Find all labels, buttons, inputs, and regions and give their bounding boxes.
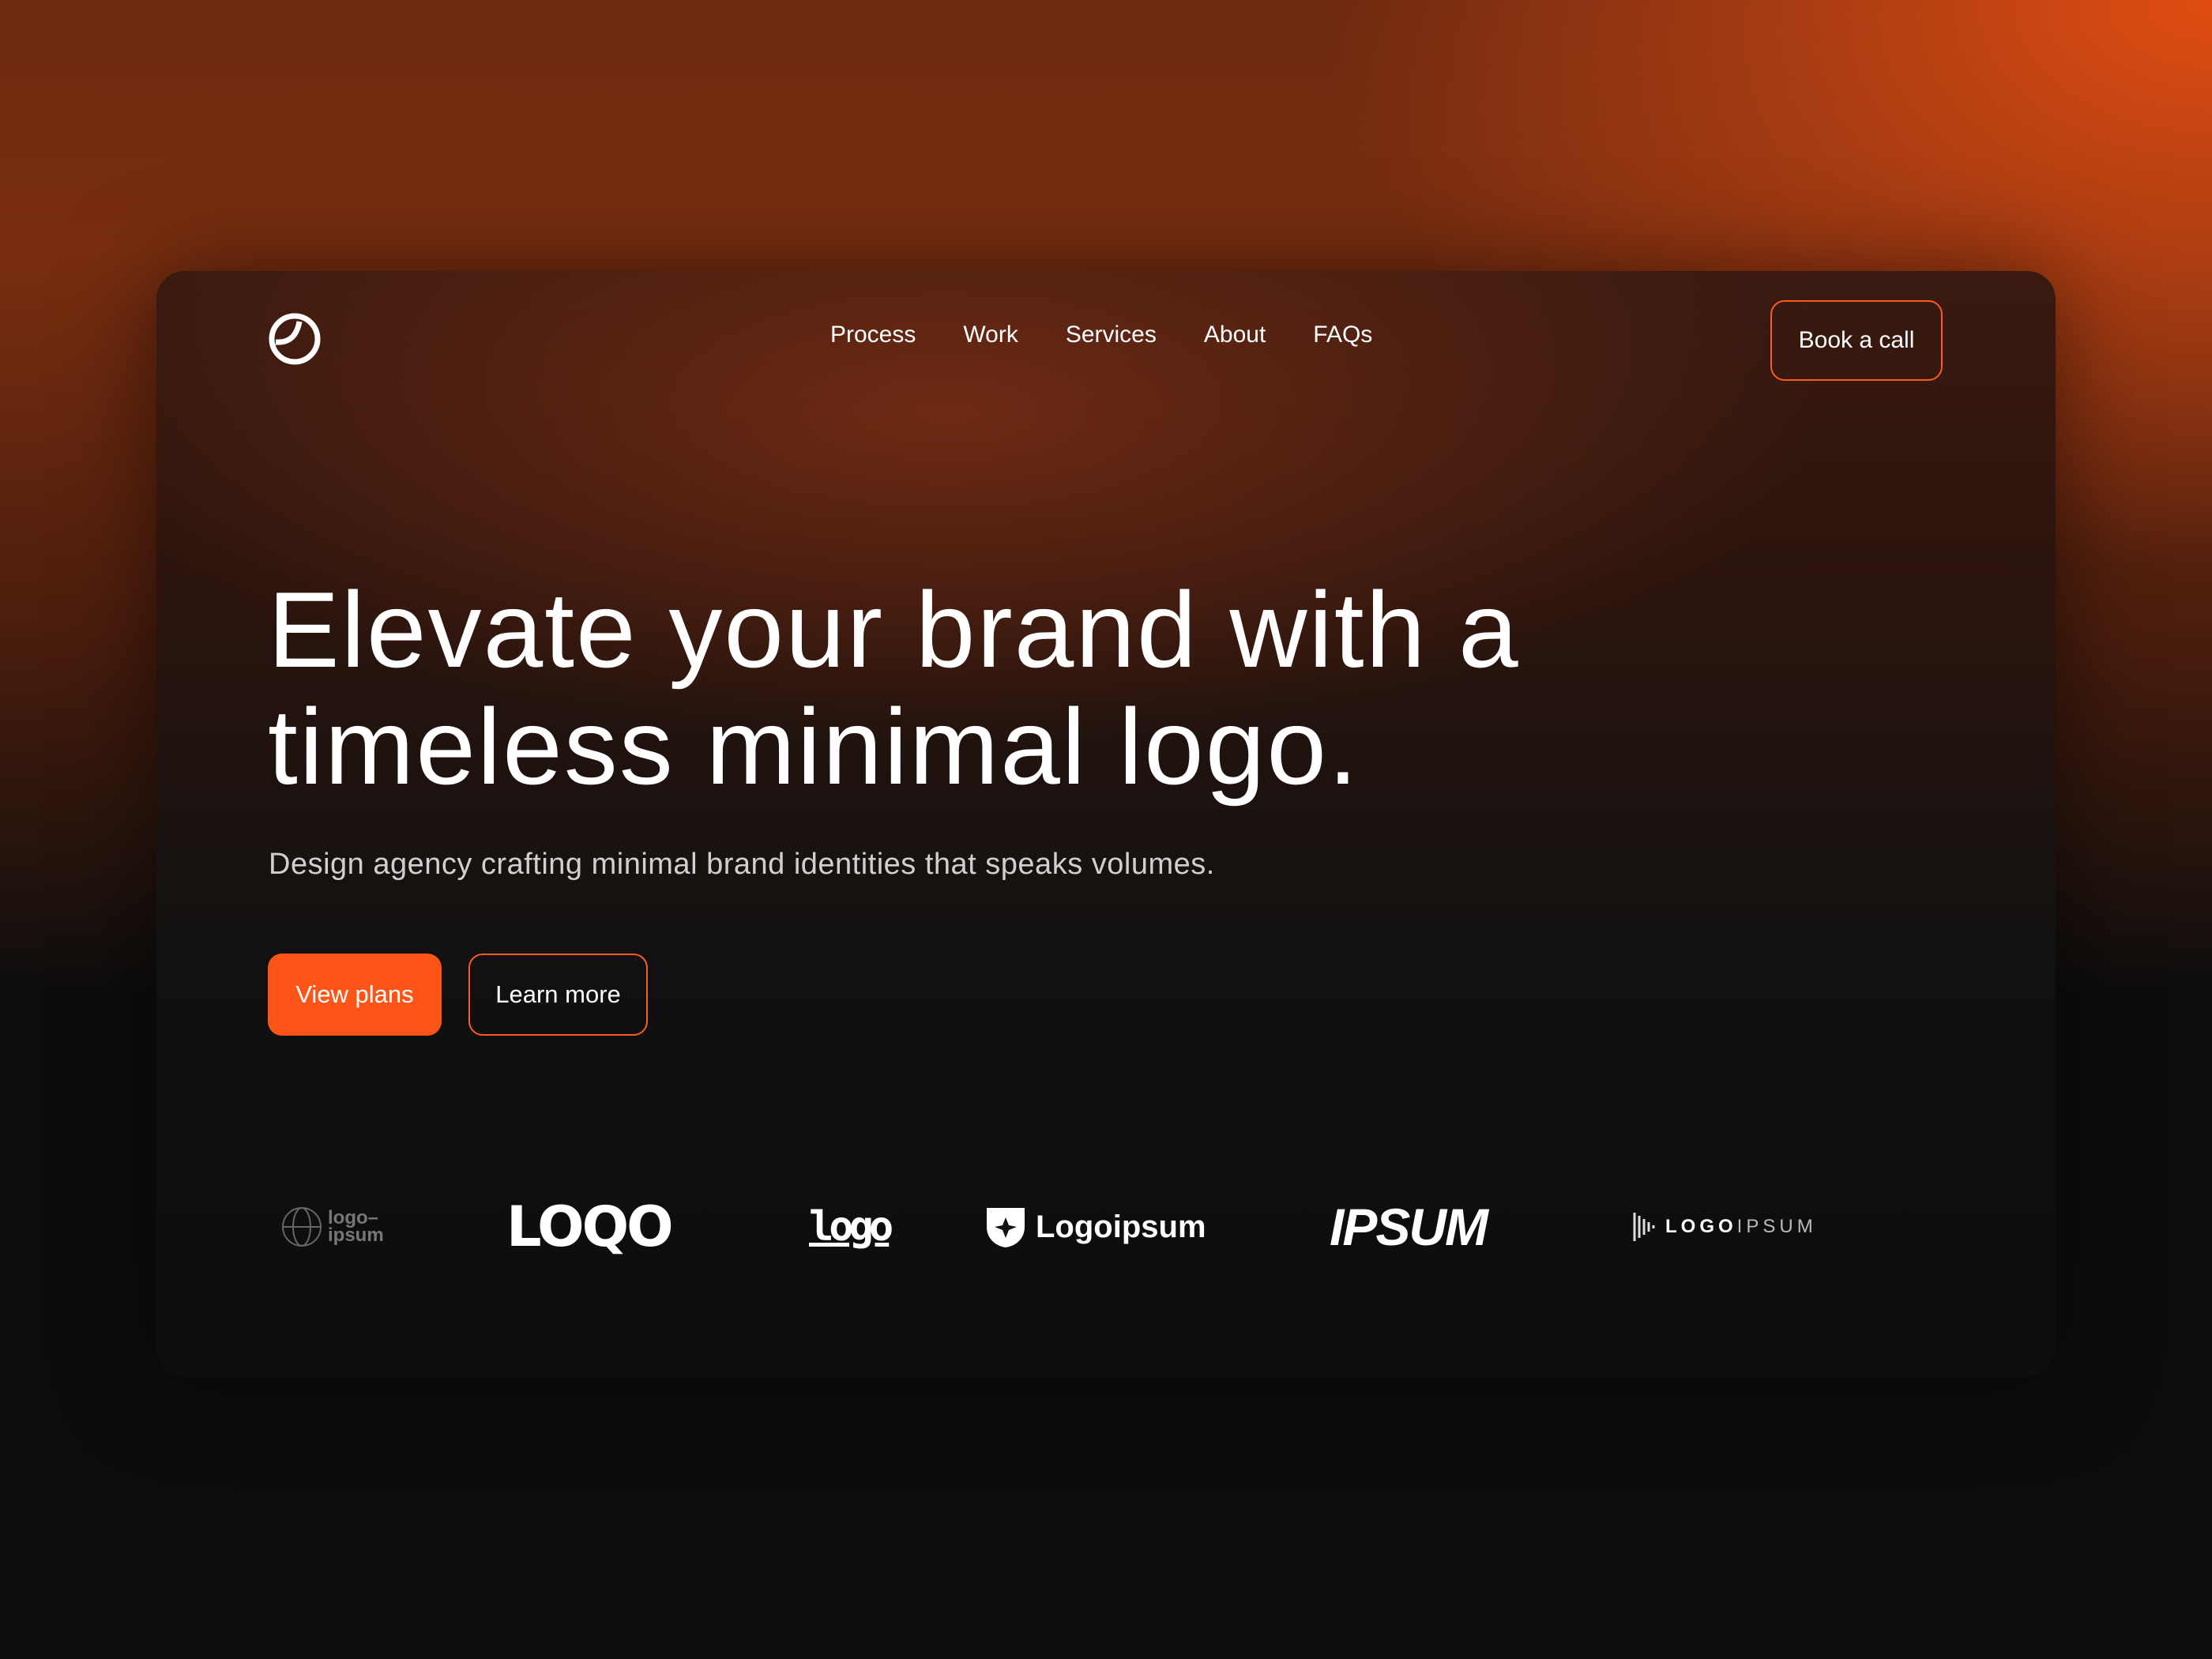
client-logo-6-light: IPSUM [1736,1216,1817,1237]
main-nav: Process Work Services About FAQs [830,322,1372,348]
nav-work[interactable]: Work [963,322,1018,348]
learn-more-button[interactable]: Learn more [468,954,648,1036]
sound-bars-icon [1633,1213,1655,1241]
client-logo-6: LOGO IPSUM [1632,1195,1817,1258]
client-logos: logo– ipsum LOQO logo Logoipsum IPSUM LOG… [156,1194,2056,1259]
view-plans-button[interactable]: View plans [268,954,442,1036]
nav-faqs[interactable]: FAQs [1313,322,1372,348]
client-logo-6-bold: LOGO [1665,1216,1737,1237]
client-logo-1-line2: ipsum [328,1224,384,1246]
client-logo-3: logo [809,1203,893,1251]
shield-star-icon [987,1208,1025,1247]
client-logo-4-text: Logoipsum [1036,1209,1206,1244]
client-logo-2: LOQO [506,1194,674,1259]
globe-icon [282,1207,322,1247]
brand-logo-icon[interactable] [268,312,322,366]
hero-title: Elevate your brand with a timeless minim… [268,571,1927,805]
nav-process[interactable]: Process [830,322,916,348]
nav-about[interactable]: About [1204,322,1266,348]
client-logo-5: IPSUM [1330,1198,1488,1256]
client-logo-4: Logoipsum [984,1195,1206,1258]
book-call-button[interactable]: Book a call [1770,300,1943,381]
hero-title-line1: Elevate your brand with a [268,570,1520,690]
hero-card: Process Work Services About FAQs Book a … [156,271,2056,1377]
nav-services[interactable]: Services [1066,322,1157,348]
client-logo-1: logo– ipsum [280,1195,384,1258]
hero-subtitle: Design agency crafting minimal brand ide… [269,848,1215,881]
hero-title-line2: timeless minimal logo. [268,687,1360,807]
